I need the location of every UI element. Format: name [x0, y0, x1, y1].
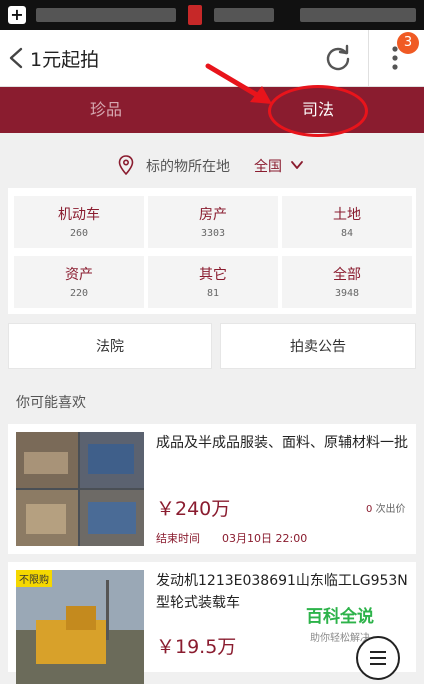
status-notification-blur [36, 8, 176, 22]
category-name: 资产 [65, 267, 93, 283]
tab-treasures[interactable]: 珍品 [0, 87, 212, 133]
item-price: ￥240万 [156, 498, 231, 520]
end-time-value: 03月10日 22:00 [222, 532, 308, 545]
refresh-icon[interactable] [324, 44, 352, 72]
add-icon: + [8, 6, 26, 24]
court-button[interactable]: 法院 [8, 323, 212, 369]
item-thumbnail [16, 432, 144, 546]
bid-count: 0 次出价 [366, 500, 406, 515]
category-assets[interactable]: 资产 220 [14, 256, 144, 308]
watermark-title: 百科全说 [306, 607, 374, 627]
annotation-circle [268, 85, 368, 137]
category-name: 全部 [333, 267, 361, 283]
location-value[interactable]: 全国 [254, 156, 282, 176]
category-count: 3948 [334, 288, 360, 299]
category-real-estate[interactable]: 房产 3303 [148, 196, 278, 248]
annotation-arrow-icon [205, 63, 272, 104]
end-time-label: 结束时间 [156, 532, 200, 545]
unrestricted-tag: 不限购 [16, 570, 52, 587]
category-name: 土地 [333, 207, 361, 223]
category-grid: 机动车 260 房产 3303 土地 84 资产 220 其它 81 全部 39… [8, 188, 416, 314]
category-name: 其它 [199, 267, 227, 283]
category-count: 220 [69, 288, 89, 299]
category-all[interactable]: 全部 3948 [282, 256, 412, 308]
category-vehicles[interactable]: 机动车 260 [14, 196, 144, 248]
back-arrow-icon[interactable] [6, 46, 26, 70]
category-name: 房产 [199, 207, 227, 223]
category-count: 81 [206, 288, 220, 299]
chevron-down-icon[interactable] [290, 159, 304, 171]
category-other[interactable]: 其它 81 [148, 256, 278, 308]
list-item[interactable]: 成品及半成品服装、面料、原辅材料一批 ￥240万 0 次出价 结束时间 03月1… [8, 424, 416, 554]
divider [368, 30, 369, 86]
menu-button[interactable] [356, 636, 400, 680]
location-label: 标的物所在地 [146, 159, 230, 175]
notification-badge: 3 [397, 32, 419, 54]
category-count: 84 [340, 228, 354, 239]
status-notification-blur [214, 8, 274, 22]
item-title: 成品及半成品服装、面料、原辅材料一批 [156, 435, 408, 451]
bid-count-value: 0 [366, 504, 373, 515]
category-land[interactable]: 土地 84 [282, 196, 412, 248]
location-filter[interactable]: 标的物所在地 全国 [0, 147, 424, 183]
location-pin-icon [118, 155, 134, 175]
list-menu-icon [370, 651, 386, 665]
page-title: 1元起拍 [30, 49, 100, 71]
item-price: ￥19.5万 [156, 636, 237, 658]
bid-count-label: 次出价 [375, 504, 406, 515]
section-title: 你可能喜欢 [16, 395, 86, 411]
status-bar: + [0, 0, 424, 30]
category-name: 机动车 [58, 207, 100, 223]
notification-app-icon [188, 5, 202, 25]
category-count: 260 [69, 228, 89, 239]
status-system-icons [300, 8, 416, 22]
auction-notice-button[interactable]: 拍卖公告 [220, 323, 416, 369]
category-count: 3303 [200, 228, 226, 239]
item-thumbnail [16, 570, 144, 684]
